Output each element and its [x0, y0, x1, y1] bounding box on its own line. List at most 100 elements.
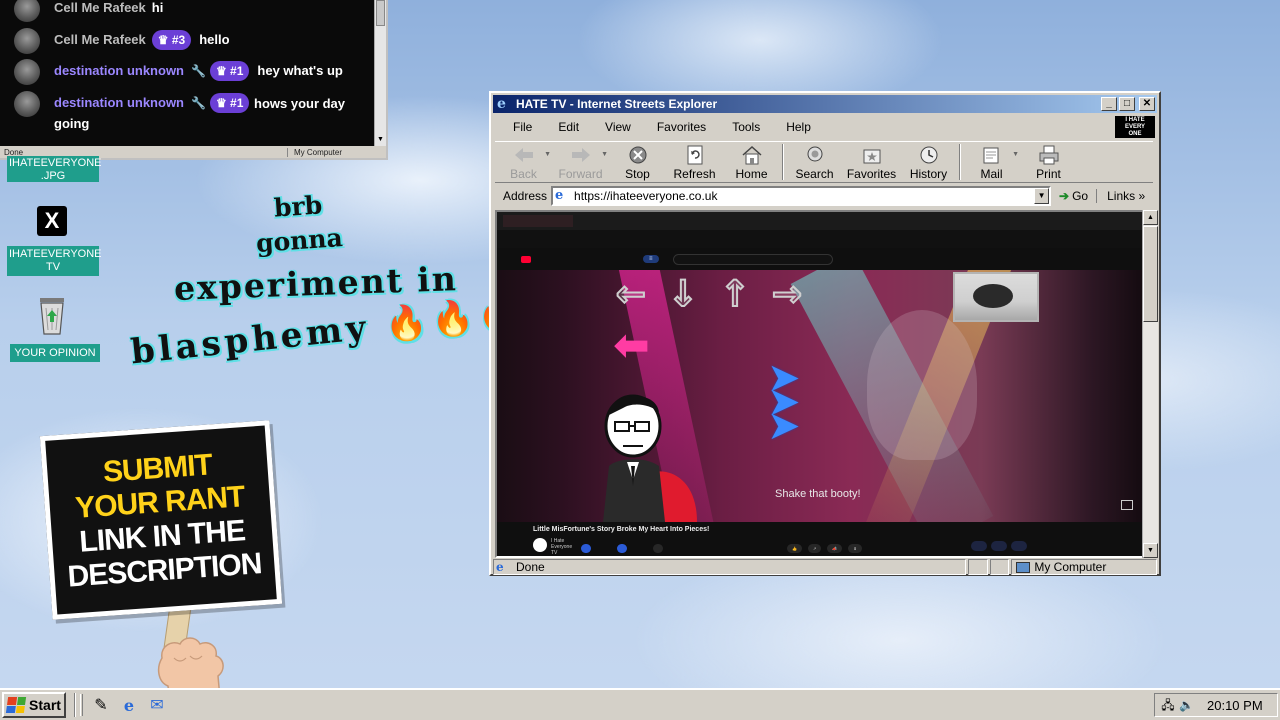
favorites-button[interactable]: Favorites: [843, 142, 900, 182]
tab[interactable]: [947, 215, 1017, 227]
crown-badge: ♛ #1: [209, 61, 250, 81]
chat-scrollbar[interactable]: ▼: [374, 0, 386, 146]
dropdown-icon[interactable]: ▼: [1012, 151, 1019, 158]
desktop-icon-tv[interactable]: IHATEEVERYONE TV: [7, 246, 102, 276]
back-button[interactable]: Back ▼: [495, 142, 552, 182]
scroll-down-icon[interactable]: ▼: [376, 135, 385, 145]
dropdown-icon[interactable]: ▼: [544, 151, 551, 158]
overlay-text-gonna: gonna: [255, 223, 344, 258]
status-text: Done: [516, 560, 545, 574]
chat-text: hi: [151, 0, 164, 15]
desktop-shortcut-icon[interactable]: ✎: [91, 695, 111, 715]
start-button[interactable]: Start: [2, 692, 66, 718]
promote-button[interactable]: 📣: [827, 544, 843, 553]
rhythm-arrow-targets: ← ↓ ↑ →: [613, 274, 805, 315]
menu-favorites[interactable]: Favorites: [639, 120, 714, 134]
menu-tools[interactable]: Tools: [714, 120, 768, 134]
tab[interactable]: [577, 215, 647, 227]
menu-edit[interactable]: Edit: [540, 120, 587, 134]
print-button[interactable]: Print: [1020, 142, 1077, 182]
go-arrow-icon: ➔: [1059, 189, 1070, 203]
analytics-button[interactable]: [581, 544, 591, 553]
tab[interactable]: [725, 215, 795, 227]
minimize-button[interactable]: _: [1101, 97, 1117, 111]
youtube-logo[interactable]: [521, 255, 531, 263]
recycle-bin-icon[interactable]: [32, 292, 72, 336]
address-dropdown-icon[interactable]: ▼: [1034, 188, 1050, 204]
tab[interactable]: [799, 215, 869, 227]
channel-name[interactable]: I Hate Everyone TV: [551, 538, 573, 556]
chat-username: Cell Me Rafeek: [54, 31, 146, 47]
video-player[interactable]: ← ↓ ↑ → ⬅ ➤ ➤ ➤ Shake that booty!: [497, 270, 1143, 522]
chat-text: hey what's up: [257, 63, 343, 78]
maximize-button[interactable]: □: [1119, 97, 1135, 111]
scroll-down-icon[interactable]: ▼: [1143, 543, 1158, 558]
browser-window: e HATE TV - Internet Streets Explorer _ …: [489, 91, 1161, 576]
menu-file[interactable]: File: [495, 120, 540, 134]
print-icon: [1039, 145, 1058, 165]
cartoon-character-icon: [603, 394, 697, 522]
menu-view[interactable]: View: [587, 120, 639, 134]
address-url: https://ihateeveryone.co.uk: [574, 189, 718, 203]
x-logo-icon[interactable]: X: [37, 206, 67, 236]
close-button[interactable]: ✕: [1139, 97, 1155, 111]
address-bar: Address e https://ihateeveryone.co.uk ▼ …: [495, 185, 1155, 207]
clock[interactable]: 20:10 PM: [1207, 698, 1263, 713]
page-scrollbar[interactable]: ▲ ▼: [1142, 210, 1158, 558]
right-arrow-icon: →: [771, 274, 803, 315]
desktop-icon-your-opinion[interactable]: YOUR OPINION: [10, 344, 100, 362]
address-input[interactable]: e https://ihateeveryone.co.uk ▼: [551, 186, 1052, 206]
forward-button[interactable]: Forward ▼: [552, 142, 609, 182]
go-button[interactable]: ➔ Go: [1059, 189, 1098, 203]
chat-message: destination unknown 🔧 ♛ #1 hey what's up: [14, 59, 374, 93]
tab[interactable]: [651, 215, 721, 227]
edit-video-button[interactable]: [617, 544, 627, 553]
home-icon: [742, 145, 761, 165]
page-content[interactable]: ≡ ← ↓ ↑ → ⬅ ➤ ➤ ➤ Shake that booty! Litt…: [495, 210, 1145, 558]
settings-icon[interactable]: [1121, 500, 1133, 510]
start-label: Start: [29, 697, 61, 713]
search-button[interactable]: Search: [786, 142, 843, 182]
chat-text-wrapped: hows your day going: [54, 96, 346, 131]
dropdown-icon[interactable]: ▼: [601, 151, 608, 158]
stop-button[interactable]: Stop: [609, 142, 666, 182]
menu-help[interactable]: Help: [768, 120, 819, 134]
refresh-icon: [687, 145, 702, 165]
quicklaunch-grip[interactable]: [80, 694, 83, 716]
mail-button[interactable]: Mail ▼: [963, 142, 1020, 182]
download-button[interactable]: ⬇: [848, 544, 862, 553]
scroll-up-icon[interactable]: ▲: [1143, 210, 1158, 225]
home-button[interactable]: Home: [723, 142, 780, 182]
badge-rank: #1: [230, 64, 244, 78]
history-button[interactable]: History: [900, 142, 957, 182]
window-titlebar[interactable]: e HATE TV - Internet Streets Explorer _ …: [493, 95, 1157, 113]
refresh-button[interactable]: Refresh: [666, 142, 723, 182]
tab[interactable]: [873, 215, 943, 227]
filters-button[interactable]: ≡: [643, 255, 659, 263]
volume-icon[interactable]: 🔈: [1179, 697, 1194, 713]
video-caption: Shake that booty!: [775, 488, 861, 500]
tab[interactable]: [503, 215, 573, 227]
links-button[interactable]: Links »: [1107, 189, 1145, 203]
channel-avatar[interactable]: [533, 538, 547, 552]
share-button[interactable]: ↗: [807, 544, 822, 553]
windows-logo-icon: [5, 697, 27, 713]
youtube-search-input[interactable]: [672, 253, 833, 265]
forward-label: Forward: [558, 167, 603, 181]
toolbar-separator: [959, 144, 961, 180]
scroll-thumb[interactable]: [1143, 226, 1158, 322]
network-icon[interactable]: 🖧: [1161, 697, 1175, 713]
address-label: Address: [503, 189, 548, 203]
ie-quicklaunch-icon[interactable]: e: [119, 695, 139, 715]
video-title[interactable]: Little MisFortune's Story Broke My Heart…: [533, 526, 709, 533]
scroll-thumb[interactable]: [376, 0, 385, 26]
chat-username: Cell Me Rafeek: [54, 0, 146, 15]
avatar: [14, 90, 40, 117]
chat-username: destination unknown: [54, 63, 184, 78]
remix-button[interactable]: [653, 544, 663, 553]
like-button[interactable]: 👍: [787, 544, 802, 553]
outlook-quicklaunch-icon[interactable]: ✉: [147, 695, 167, 715]
security-zone: My Computer: [1011, 559, 1157, 575]
desktop-icon-jpg[interactable]: IHATEEVERYONE .JPG: [7, 156, 102, 182]
status-bar: e Done My Computer: [493, 558, 1157, 576]
